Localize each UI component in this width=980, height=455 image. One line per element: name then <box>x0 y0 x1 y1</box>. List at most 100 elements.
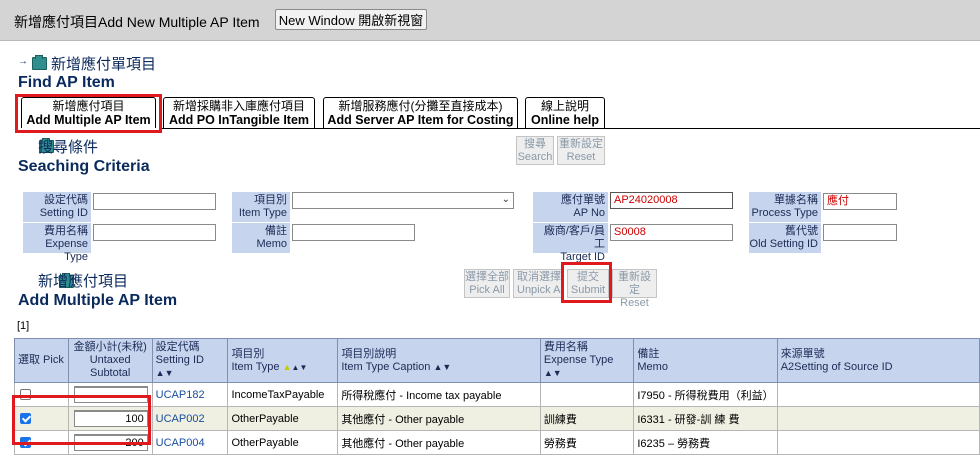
ap-no-input[interactable]: AP24020008 <box>610 192 733 209</box>
item-type-select[interactable]: ⌄ <box>292 192 514 209</box>
expense-type-input[interactable] <box>93 224 216 241</box>
target-id-input[interactable]: S0008 <box>610 224 733 241</box>
expense-cell: 勞務費 <box>539 430 635 455</box>
sort-arrows-icon[interactable]: ▲▼ <box>156 368 174 378</box>
search-button-cn: 搜尋 <box>524 138 546 150</box>
table-row: 200 UCAP004 OtherPayable 其他應付 - Other pa… <box>14 430 980 455</box>
label-en: Memo <box>256 238 287 250</box>
highlight-box-selected-rows <box>12 395 151 445</box>
label-en: Item Type <box>238 207 287 219</box>
label-cn: 應付單號 <box>561 194 605 206</box>
setting-id-link[interactable]: UCAP182 <box>156 389 205 401</box>
pick-all-button[interactable]: 選擇全部 Pick All <box>464 269 510 298</box>
label-cn: 備註 <box>265 225 287 237</box>
label-process-type: 單據名稱 Process Type <box>749 192 821 222</box>
setting-id-input[interactable] <box>93 193 216 210</box>
search-button[interactable]: 搜尋 Search <box>516 136 554 165</box>
multi-reset-cn: 重新設定 <box>618 271 651 296</box>
header-item-type[interactable]: 項目別 Item Type ▲▲▼ <box>227 338 339 383</box>
source-cell <box>776 430 980 455</box>
multi-reset-button[interactable]: 重新設定 Reset <box>612 269 657 309</box>
page-indicator[interactable]: [1] <box>17 320 29 332</box>
memo-cell: I6331 - 研發-訓 練 費 <box>633 406 778 431</box>
tab-add-po-intangible-item[interactable]: 新增採購非入庫應付項目 Add PO InTangible Item <box>163 97 315 128</box>
tab-label-en: Add PO InTangible Item <box>168 113 310 127</box>
label-en: Process Type <box>751 207 818 219</box>
window-title: 新增應付項目Add New Multiple AP Item <box>14 14 260 30</box>
header-memo: 備註 Memo <box>633 338 778 383</box>
label-cn: 設定代碼 <box>44 194 88 206</box>
header-item-type-caption[interactable]: 項目別說明 Item Type Caption ▲▼ <box>337 338 541 383</box>
tab-label-cn: 新增採購非入庫應付項目 <box>172 99 305 113</box>
sort-arrows-icon[interactable]: ▲▼ <box>544 368 562 378</box>
search-button-en: Search <box>517 151 553 163</box>
search-reset-en: Reset <box>566 151 596 163</box>
label-ap-no: 應付單號 AP No <box>533 192 608 222</box>
source-cell <box>776 382 980 407</box>
page-title-cn: 新增應付單項目 <box>51 56 157 73</box>
highlight-box-active-tab <box>15 94 162 133</box>
label-item-type: 項目別 Item Type <box>232 192 290 222</box>
old-setting-id-input[interactable] <box>823 224 897 241</box>
pick-all-en: Pick All <box>469 284 505 296</box>
header-untaxed-subtotal: 金額小計(未稅) Untaxed Subtotal <box>67 338 153 383</box>
label-en: Old Setting ID <box>749 238 818 250</box>
unpick-all-en: Unpick All <box>517 284 564 296</box>
search-title-cn: 搜尋條件 <box>38 139 99 156</box>
item-type-cell: OtherPayable <box>227 430 339 455</box>
page-title-en: Find AP Item <box>18 74 115 91</box>
sort-indicator-icon[interactable]: ▲ <box>283 362 292 372</box>
tab-label-cn: 線上說明 <box>540 99 589 113</box>
search-reset-button[interactable]: 重新設定 Reset <box>557 136 605 165</box>
tab-online-help[interactable]: 線上說明 Online help <box>525 97 605 128</box>
label-cn: 單據名稱 <box>774 194 818 206</box>
table-row: UCAP182 IncomeTaxPayable 所得稅應付 - Income … <box>14 382 980 407</box>
arrow-icon: → <box>18 56 28 67</box>
pick-all-cn: 選擇全部 <box>465 271 509 283</box>
label-cn: 費用名稱 <box>44 225 88 237</box>
tab-add-server-ap-item[interactable]: 新增服務應付(分攤至直接成本) Add Server AP Item for C… <box>323 97 518 128</box>
memo-cell: I7950 - 所得稅費用（利益） <box>633 382 778 407</box>
header-expense-type[interactable]: 費用名稱 Expense Type ▲▼ <box>539 338 635 383</box>
header-setting-id[interactable]: 設定代碼 Setting ID ▲▼ <box>151 338 229 383</box>
memo-input[interactable] <box>292 224 415 241</box>
header-source-id: 來源單號 A2Setting of Source ID <box>776 338 980 383</box>
unpick-all-button[interactable]: 取消選擇 Unpick All <box>513 269 564 298</box>
folder-icon <box>32 55 47 70</box>
chevron-down-icon: ⌄ <box>501 194 510 205</box>
memo-cell: I6235 – 勞務費 <box>633 430 778 455</box>
label-old-setting-id: 舊代號 Old Setting ID <box>749 223 821 253</box>
table-header-row: 選取 Pick 金額小計(未稅) Untaxed Subtotal 設定代碼 Se… <box>14 338 980 383</box>
tab-label-en: Add Server AP Item for Costing <box>327 113 514 127</box>
label-cn: 舊代號 <box>785 225 818 237</box>
table-row: 100 UCAP002 OtherPayable 其他應付 - Other pa… <box>14 406 980 431</box>
item-type-cell: IncomeTaxPayable <box>227 382 339 407</box>
caption-cell: 其他應付 - Other payable <box>337 406 541 431</box>
multi-title-en: Add Multiple AP Item <box>18 292 178 309</box>
label-setting-id: 設定代碼 Setting ID <box>23 192 91 222</box>
setting-id-link[interactable]: UCAP002 <box>156 413 205 425</box>
item-type-cell: OtherPayable <box>227 406 339 431</box>
header-pick: 選取 Pick <box>14 338 69 383</box>
label-en: Setting ID <box>39 207 88 219</box>
sort-arrows-icon[interactable]: ▲▼ <box>292 363 308 372</box>
caption-cell: 其他應付 - Other payable <box>337 430 541 455</box>
setting-id-link[interactable]: UCAP004 <box>156 437 205 449</box>
tab-label-cn: 新增服務應付(分攤至直接成本) <box>338 99 503 113</box>
process-type-input[interactable]: 應付 <box>823 193 897 210</box>
caption-cell: 所得稅應付 - Income tax payable <box>337 382 541 407</box>
expense-cell <box>539 382 635 407</box>
tab-label-en: Online help <box>530 113 600 127</box>
sort-arrows-icon[interactable]: ▲▼ <box>433 362 451 372</box>
label-en: Expense Type <box>45 238 88 263</box>
label-target-id: 廠商/客戶/員工 Target ID <box>533 223 608 263</box>
unpick-all-cn: 取消選擇 <box>517 271 561 283</box>
label-memo: 備註 Memo <box>232 223 290 253</box>
new-window-button[interactable]: New Window 開啟新視窗 <box>275 9 427 30</box>
expense-cell: 訓練費 <box>539 406 635 431</box>
highlight-box-submit <box>561 262 612 303</box>
source-cell <box>776 406 980 431</box>
ap-item-table: 選取 Pick 金額小計(未稅) Untaxed Subtotal 設定代碼 Se… <box>14 338 980 455</box>
multi-title-cn: 新增應付項目 <box>38 273 129 290</box>
search-title-en: Seaching Criteria <box>18 158 150 175</box>
